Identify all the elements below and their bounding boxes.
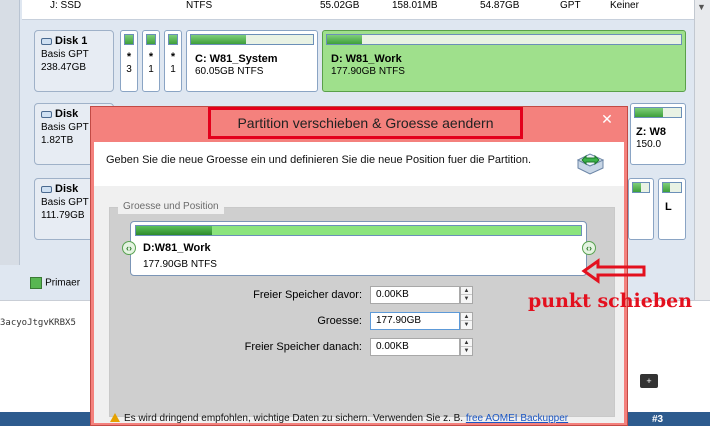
disk-size: 238.47GB (41, 62, 87, 73)
spin-up-icon[interactable]: ▲ (461, 287, 472, 295)
partition-small-label: * (170, 51, 176, 63)
size-input[interactable]: 177.90GB (370, 312, 460, 330)
spin-down-icon[interactable]: ▼ (461, 347, 472, 355)
partition-small-num: 1 (170, 64, 176, 75)
partition-l[interactable]: L (658, 178, 686, 240)
disk-name: Disk (55, 183, 79, 195)
backupper-link[interactable]: free AOMEI Backupper (466, 413, 568, 424)
spin-up-icon[interactable]: ▲ (461, 313, 472, 321)
backup-warning: Es wird dringend empfohlen, wichtige Dat… (110, 413, 568, 424)
scroll-down-arrow-icon[interactable]: ▼ (697, 2, 706, 12)
partition-small-right[interactable] (628, 178, 654, 240)
drive-status: Keiner (610, 0, 639, 11)
partition-info: 150.0 (636, 139, 662, 150)
partition-name: D: W81_Work (331, 53, 402, 65)
disk-name: Disk (55, 108, 79, 120)
partition-info: 177.90GB NTFS (331, 66, 405, 77)
partition-name: Z: W8 (636, 126, 666, 138)
drive-list-row[interactable]: J: SSD NTFS 55.02GB 158.01MB 54.87GB GPT… (22, 0, 694, 20)
left-scrollbar[interactable] (0, 0, 20, 265)
right-resize-handle-icon[interactable]: ‹› (582, 241, 596, 255)
free-before-input[interactable]: 0.00KB (370, 286, 460, 304)
disk-1-info[interactable]: Disk 1 Basis GPT 238.47GB (34, 30, 114, 92)
partition-preview-info: 177.90GB NTFS (143, 259, 217, 270)
legend-label: Primaer (45, 277, 81, 289)
free-after-input[interactable]: 0.00KB (370, 338, 460, 356)
comment-icon[interactable]: + (640, 374, 658, 388)
annotation-arrow-icon (581, 258, 646, 284)
drive-name: J: SSD (50, 0, 82, 11)
disk-icon (41, 185, 52, 193)
free-before-stepper[interactable]: ▲ ▼ (460, 286, 473, 304)
annotation-text: punkt schieben (528, 290, 693, 312)
drive-type: GPT (560, 0, 581, 11)
partition-small-label: * (126, 51, 132, 63)
partition-work[interactable]: D: W81_Work 177.90GB NTFS (322, 30, 686, 92)
partition-small-label: * (148, 51, 154, 63)
move-resize-icon (576, 153, 605, 175)
drive-used: 158.01MB (392, 0, 438, 11)
right-scrollbar[interactable]: ▼ (694, 0, 710, 300)
disk-name: Disk 1 (55, 35, 88, 47)
partition-system[interactable]: C: W81_System 60.05GB NTFS (186, 30, 318, 92)
drive-fs: NTFS (186, 0, 213, 11)
spin-down-icon[interactable]: ▼ (461, 295, 472, 303)
dialog-header: Geben Sie die neue Groesse ein und defin… (94, 142, 624, 186)
free-before-label: Freier Speicher davor: (253, 289, 362, 301)
partition-info: 60.05GB NTFS (195, 66, 264, 77)
size-stepper[interactable]: ▲ ▼ (460, 312, 473, 330)
left-resize-handle-icon[interactable]: ‹› (122, 241, 136, 255)
group-title: Groesse und Position (120, 201, 222, 212)
dialog-description: Geben Sie die neue Groesse ein und defin… (106, 154, 532, 166)
partition-name: C: W81_System (195, 53, 278, 65)
close-button[interactable]: ✕ (593, 110, 621, 128)
free-after-label: Freier Speicher danach: (244, 341, 362, 353)
partition-z[interactable]: Z: W8 150.0 (630, 103, 686, 165)
partition-small-3[interactable]: * 1 (164, 30, 182, 92)
primary-swatch (30, 277, 42, 290)
disk-1-row[interactable]: Disk 1 Basis GPT 238.47GB * 3 * 1 * 1 C:… (34, 30, 694, 92)
partition-preview-name: D:W81_Work (143, 242, 211, 254)
partition-small-num: 1 (148, 64, 154, 75)
partition-small-2[interactable]: * 1 (142, 30, 160, 92)
title-highlight-box (208, 107, 523, 139)
partition-small-1[interactable]: * 3 (120, 30, 138, 92)
disk-icon (41, 37, 52, 45)
drive-capacity: 55.02GB (320, 0, 360, 11)
spin-up-icon[interactable]: ▲ (461, 339, 472, 347)
legend: Primaer (30, 277, 80, 293)
size-label: Groesse: (317, 315, 362, 327)
code-text: 3acyoJtgvKRBX5 (0, 318, 76, 328)
partition-preview[interactable]: D:W81_Work 177.90GB NTFS (130, 221, 587, 276)
disk-type: Basis GPT (41, 49, 89, 60)
spin-down-icon[interactable]: ▼ (461, 321, 472, 329)
warning-text: Es wird dringend empfohlen, wichtige Dat… (124, 413, 466, 424)
post-number-badge[interactable]: #3 (652, 414, 663, 425)
free-after-stepper[interactable]: ▲ ▼ (460, 338, 473, 356)
partition-name: L (665, 201, 672, 213)
partition-small-num: 3 (126, 64, 132, 75)
drive-unused: 54.87GB (480, 0, 520, 11)
warning-icon (110, 413, 120, 422)
disk-icon (41, 110, 52, 118)
